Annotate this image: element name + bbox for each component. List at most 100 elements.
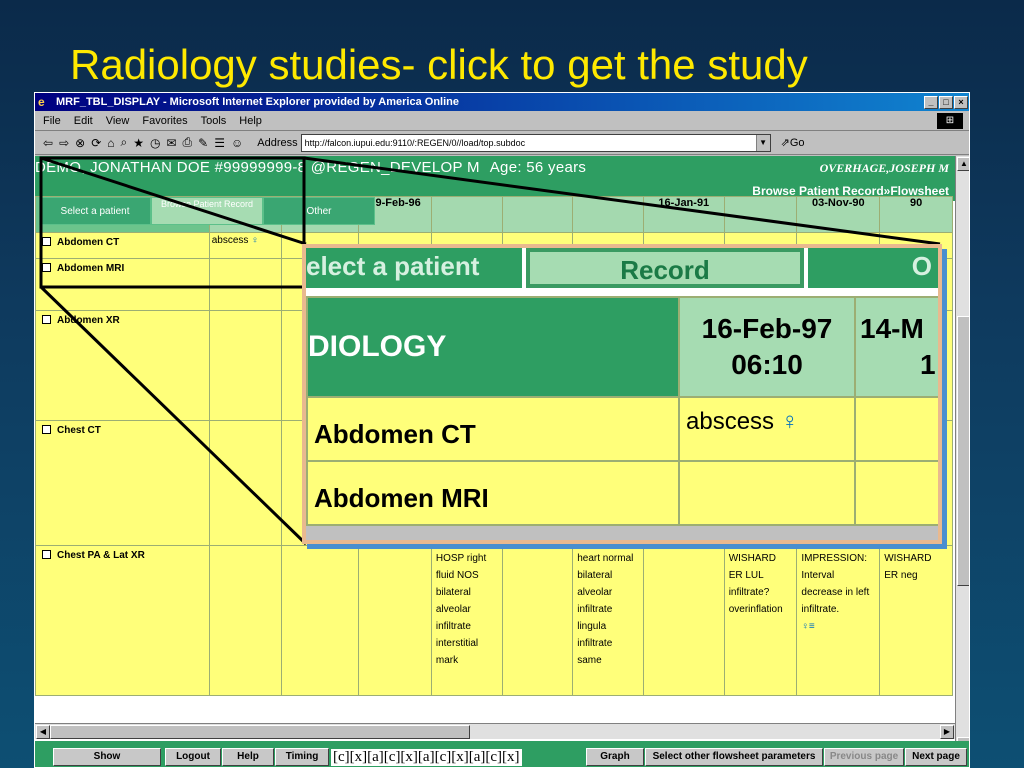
toolbar: ⇦ ⇨ ⊗ ⟳ ⌂ ⌕ ★ ◷ ✉ ⎙ ✎ ☰ ☺ Address http:/… <box>35 131 969 155</box>
row-label: Chest CT <box>57 425 101 436</box>
key-link-icon[interactable]: ♀≡ <box>801 621 814 632</box>
zoom-row-label: Abdomen CT <box>306 396 680 462</box>
discuss-icon[interactable]: ☰ <box>214 136 225 150</box>
vertical-scrollbar[interactable]: ▲ ▼ <box>955 156 969 752</box>
zoom-section-header: DIOLOGY <box>306 296 680 398</box>
tab-browse-record[interactable]: Browse Patient Record <box>151 197 263 225</box>
date-header[interactable] <box>501 196 574 233</box>
key-link-icon[interactable]: ♀ <box>251 235 259 246</box>
row-checkbox[interactable] <box>42 263 51 272</box>
row-label: Abdomen MRI <box>57 263 125 274</box>
note-cell[interactable]: IMPRESSION: Interval decrease in left in… <box>796 545 881 696</box>
edit-icon[interactable]: ✎ <box>198 136 208 150</box>
refresh-icon[interactable]: ⟳ <box>91 136 101 150</box>
home-icon[interactable]: ⌂ <box>107 136 114 150</box>
row-label: Abdomen CT <box>57 237 120 248</box>
scroll-left-icon[interactable]: ◀ <box>36 725 50 739</box>
address-url: http://falcon.iupui.edu:9110/:REGEN/0//l… <box>304 137 526 148</box>
zoom-tab-other: O <box>808 248 938 288</box>
zoom-tab-select: elect a patient <box>306 248 522 288</box>
note-cell[interactable]: WISHARD ER neg <box>879 545 953 696</box>
messenger-icon[interactable]: ☺ <box>231 136 243 150</box>
previous-page-button[interactable]: Previous page <box>824 748 904 766</box>
close-button[interactable]: × <box>954 95 968 109</box>
patient-banner: DEMO, JONATHAN DOE #99999999-8 @REGEN_DE… <box>35 156 955 201</box>
row-checkbox[interactable] <box>42 425 51 434</box>
title-bar: e MRF_TBL_DISPLAY - Microsoft Internet E… <box>35 93 969 111</box>
physician-name: OVERHAGE,JOSEPH M <box>819 161 949 175</box>
row-label: Chest PA & Lat XR <box>57 550 145 561</box>
graph-button[interactable]: Graph <box>586 748 644 766</box>
select-parameters-button[interactable]: Select other flowsheet parameters <box>645 748 823 766</box>
zoom-time: 1 <box>920 349 936 380</box>
patient-name: DEMO, JONATHAN DOE #99999999-8 @REGEN_DE… <box>35 159 586 176</box>
impression-text[interactable]: IMPRESSION: Interval decrease in left in… <box>801 553 869 615</box>
go-button[interactable]: ⇗Go <box>781 136 805 149</box>
row-header[interactable]: Abdomen XR <box>35 310 210 421</box>
show-button[interactable]: Show <box>53 748 161 766</box>
ie-icon: e <box>38 95 45 109</box>
note-cell[interactable]: heart normal bilateral alveolar infiltra… <box>572 545 644 696</box>
zoom-date: 16-Feb-97 <box>701 313 833 344</box>
zoom-time: 06:10 <box>731 349 803 380</box>
scroll-thumb[interactable] <box>957 316 969 586</box>
row-header[interactable]: Abdomen CT <box>35 232 210 259</box>
date-header[interactable]: 90 <box>879 196 953 233</box>
print-icon[interactable]: ⎙ <box>183 135 193 150</box>
row-checkbox[interactable] <box>42 550 51 559</box>
zoom-date-header: 16-Feb-97 06:10 <box>678 296 856 398</box>
search-icon[interactable]: ⌕ <box>121 135 128 150</box>
date-header[interactable]: 16-Jan-91 <box>642 196 725 233</box>
favorites-icon[interactable]: ★ <box>133 136 144 150</box>
menu-edit[interactable]: Edit <box>74 115 93 127</box>
menu-tools[interactable]: Tools <box>201 115 227 127</box>
bottom-toolbar: Show Logout Help Timing [c][x][a][c][x][… <box>35 741 969 767</box>
patient-id: DEMO, JONATHAN DOE #99999999-8 @REGEN_DE… <box>35 159 480 176</box>
mail-icon[interactable]: ✉ <box>166 136 176 150</box>
tab-other[interactable]: Other <box>263 197 375 225</box>
horizontal-scrollbar[interactable]: ◀ ▶ <box>35 723 955 739</box>
scroll-up-icon[interactable]: ▲ <box>957 157 969 171</box>
maximize-button[interactable]: □ <box>939 95 953 109</box>
row-checkbox[interactable] <box>42 315 51 324</box>
cell-value[interactable]: abscess <box>212 235 249 246</box>
zoom-cell: abscess ♀ <box>678 396 856 462</box>
code-links[interactable]: [c][x][a][c][x][a][c][x][a][c][x] <box>331 749 522 766</box>
key-link-icon: ♀ <box>780 408 799 435</box>
help-button[interactable]: Help <box>222 748 274 766</box>
timing-button[interactable]: Timing <box>275 748 329 766</box>
scroll-right-icon[interactable]: ▶ <box>940 725 954 739</box>
table-cell[interactable]: abscess ♀ <box>208 232 283 259</box>
row-header[interactable]: Abdomen MRI <box>35 258 210 311</box>
zoom-callout: elect a patient Record O DIOLOGY 16-Feb-… <box>302 244 942 544</box>
zoom-date: 14-M <box>860 313 924 344</box>
table-row: Chest PA & Lat XR HOSP right fluid NOS b… <box>35 545 953 696</box>
tab-select-patient[interactable]: Select a patient <box>39 197 151 225</box>
date-header[interactable]: 03-Nov-90 <box>796 196 881 233</box>
row-header[interactable]: Chest CT <box>35 420 210 546</box>
minimize-button[interactable]: _ <box>924 95 938 109</box>
date-header[interactable] <box>723 196 798 233</box>
date-header[interactable] <box>572 196 644 233</box>
history-icon[interactable]: ◷ <box>150 136 160 150</box>
note-cell[interactable]: HOSP right fluid NOS bilateral alveolar … <box>430 545 503 696</box>
menu-file[interactable]: File <box>43 115 61 127</box>
menu-favorites[interactable]: Favorites <box>142 115 187 127</box>
logout-button[interactable]: Logout <box>165 748 221 766</box>
back-icon[interactable]: ⇦ <box>43 136 53 150</box>
note-cell[interactable]: WISHARD ER LUL infiltrate? overinflation <box>723 545 798 696</box>
scroll-thumb[interactable] <box>50 725 470 739</box>
next-page-button[interactable]: Next page <box>905 748 967 766</box>
address-input[interactable]: http://falcon.iupui.edu:9110/:REGEN/0//l… <box>300 133 771 152</box>
chevron-down-icon[interactable]: ▼ <box>755 134 770 151</box>
go-arrow-icon: ⇗ <box>780 137 790 149</box>
row-header[interactable]: Chest PA & Lat XR <box>35 545 210 696</box>
tab-bar: Select a patient Browse Patient Record O… <box>39 197 375 225</box>
slide-title: Radiology studies- click to get the stud… <box>70 41 808 88</box>
menu-help[interactable]: Help <box>239 115 262 127</box>
forward-icon[interactable]: ⇨ <box>59 136 69 150</box>
date-header[interactable] <box>430 196 503 233</box>
menu-view[interactable]: View <box>106 115 130 127</box>
row-checkbox[interactable] <box>42 237 51 246</box>
stop-icon[interactable]: ⊗ <box>75 136 85 150</box>
